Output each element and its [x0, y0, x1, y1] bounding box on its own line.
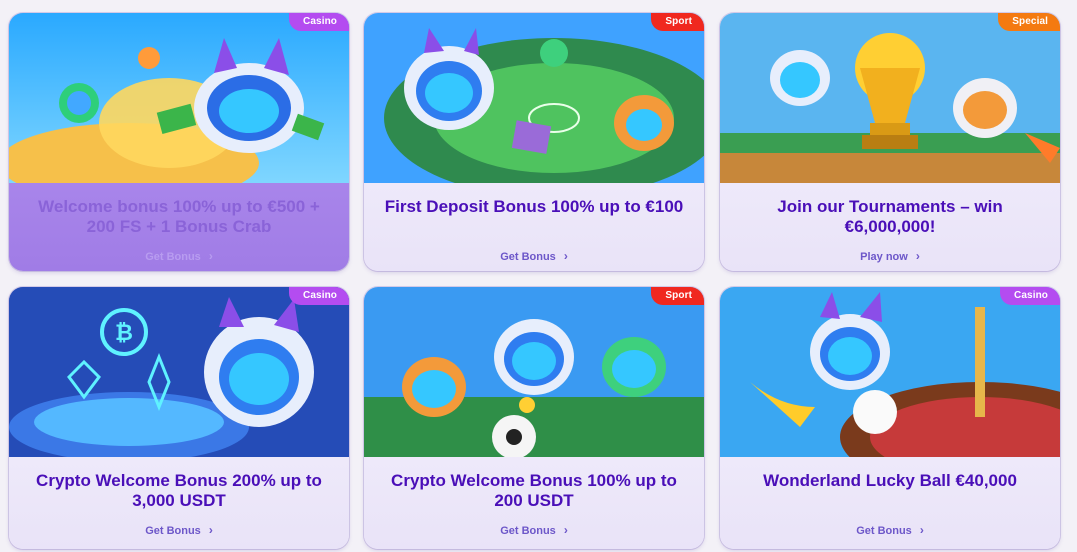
promo-image-sport-team	[364, 287, 704, 457]
promo-card-tournaments[interactable]: Special Join our Tournaments – win €6,00…	[720, 13, 1060, 271]
action-label: Get Bonus	[145, 251, 201, 263]
category-badge: Special	[998, 13, 1060, 31]
action-label: Get Bonus	[145, 525, 201, 537]
promo-title: First Deposit Bonus 100% up to €100	[384, 197, 684, 216]
action-label: Get Bonus	[500, 251, 556, 263]
promo-card-first-deposit[interactable]: Sport First Deposit Bonus 100% up to €10…	[364, 13, 704, 271]
chevron-right-icon: ›	[208, 249, 213, 263]
get-bonus-button[interactable]: Get Bonus ›	[720, 523, 1060, 537]
promo-image-casino-welcome	[9, 13, 349, 183]
chevron-right-icon: ›	[563, 249, 568, 263]
category-badge: Casino	[1000, 287, 1060, 305]
promo-title: Welcome bonus 100% up to €500 + 200 FS +…	[38, 197, 320, 236]
get-bonus-button[interactable]: Get Bonus ›	[9, 249, 349, 263]
get-bonus-button[interactable]: Get Bonus ›	[9, 523, 349, 537]
chevron-right-icon: ›	[208, 523, 213, 537]
category-badge: Sport	[651, 287, 704, 305]
promo-image-tournament-trophy	[720, 13, 1060, 183]
action-label: Get Bonus	[856, 525, 912, 537]
promo-grid: Casino Welcome bonus 100% up to €500 + 2…	[0, 0, 1077, 552]
promo-image-sport-stadium	[364, 13, 704, 183]
get-bonus-button[interactable]: Get Bonus ›	[364, 523, 704, 537]
play-now-button[interactable]: Play now ›	[720, 249, 1060, 263]
chevron-right-icon: ›	[919, 523, 924, 537]
promo-card-crypto-welcome-sport[interactable]: Sport Crypto Welcome Bonus 100% up to 20…	[364, 287, 704, 549]
action-label: Play now	[860, 251, 908, 263]
get-bonus-button[interactable]: Get Bonus ›	[364, 249, 704, 263]
chevron-right-icon: ›	[563, 523, 568, 537]
svg-text:₿: ₿	[115, 321, 133, 346]
promo-title: Join our Tournaments – win €6,000,000!	[777, 197, 1003, 236]
promo-card-crypto-welcome-casino[interactable]: ₿ Casino Crypto Welcome Bonus 200% up to…	[9, 287, 349, 549]
promo-card-wonderland-lucky-ball[interactable]: Casino Wonderland Lucky Ball €40,000 Get…	[720, 287, 1060, 549]
promo-image-crypto-coins: ₿	[9, 287, 349, 457]
promo-title: Crypto Welcome Bonus 100% up to 200 USDT	[391, 471, 677, 510]
promo-title: Crypto Welcome Bonus 200% up to 3,000 US…	[36, 471, 322, 510]
promo-image-roulette	[720, 287, 1060, 457]
category-badge: Casino	[289, 13, 349, 31]
category-badge: Casino	[289, 287, 349, 305]
promo-title: Wonderland Lucky Ball €40,000	[763, 471, 1017, 490]
chevron-right-icon: ›	[915, 249, 920, 263]
promo-card-welcome-bonus[interactable]: Casino Welcome bonus 100% up to €500 + 2…	[9, 13, 349, 271]
action-label: Get Bonus	[500, 525, 556, 537]
category-badge: Sport	[651, 13, 704, 31]
